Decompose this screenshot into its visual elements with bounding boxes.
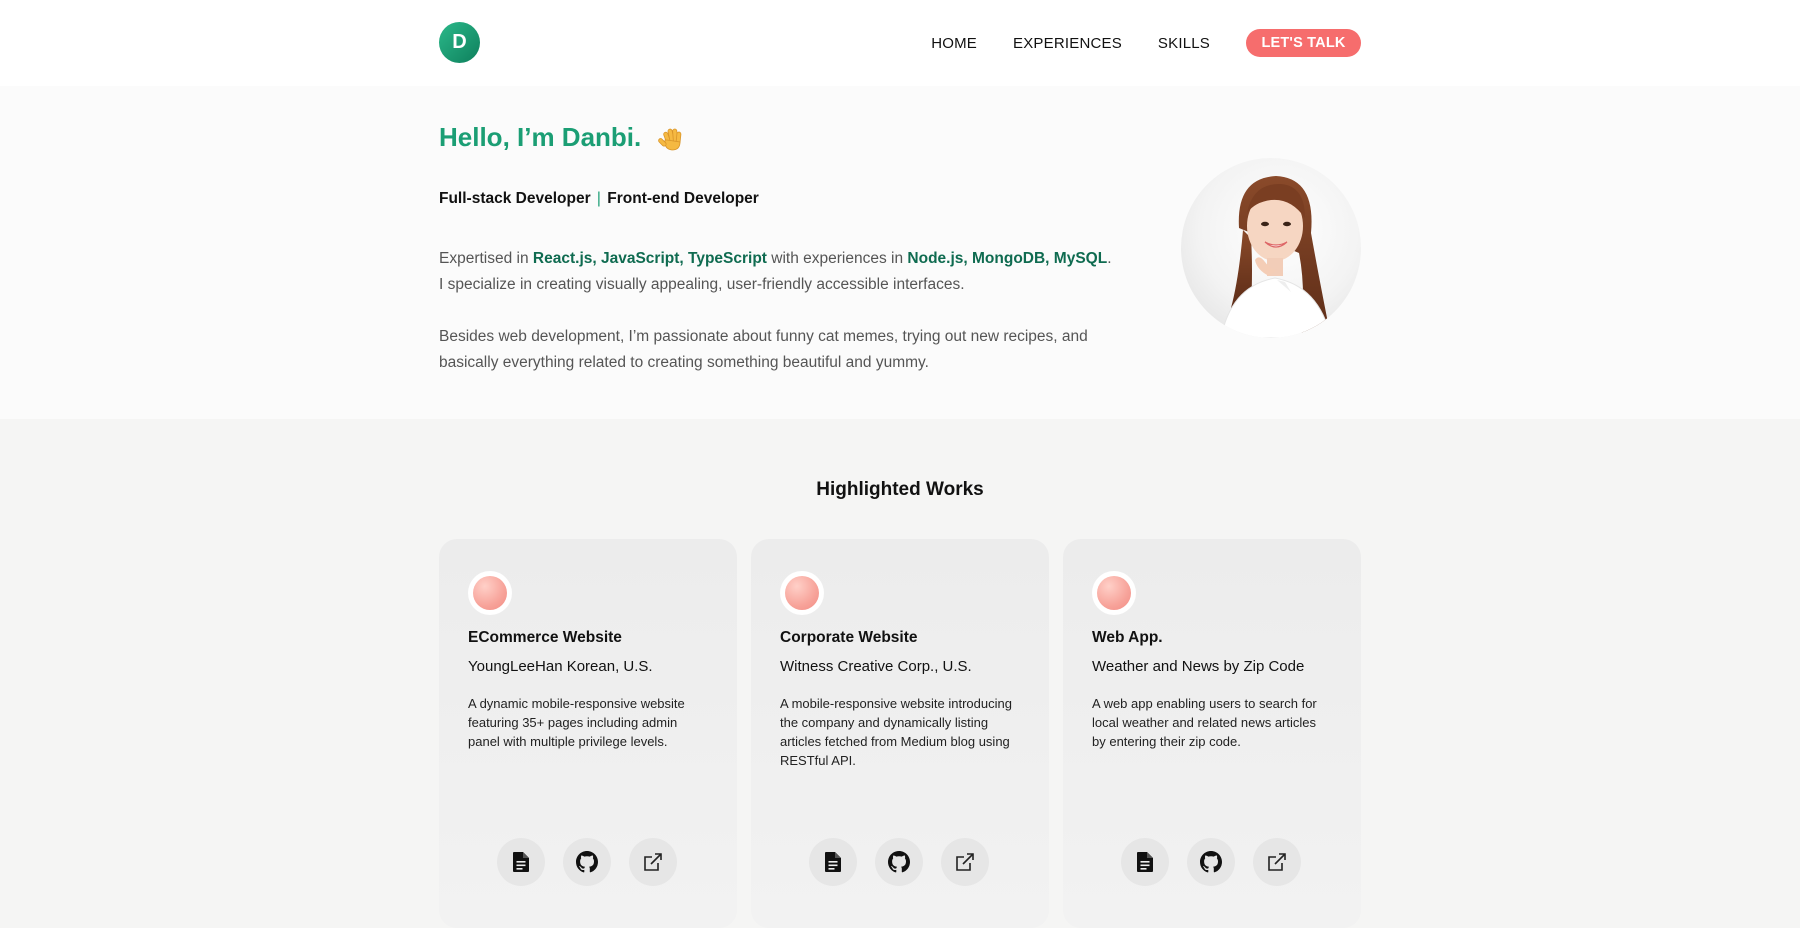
bio-backend-skills: Node.js, MongoDB, MySQL (907, 250, 1108, 267)
bio-paragraph: Expertised in React.js, JavaScript, Type… (439, 246, 1139, 298)
role-fullstack: Full-stack Developer (439, 190, 591, 207)
card-actions (1121, 838, 1301, 886)
main-nav: HOME EXPERIENCES SKILLS LET'S TALK (931, 29, 1361, 57)
site-header: D HOME EXPERIENCES SKILLS LET'S TALK (0, 0, 1800, 86)
works-title: Highlighted Works (816, 479, 984, 500)
nav-skills[interactable]: SKILLS (1158, 35, 1210, 52)
document-icon[interactable] (497, 838, 545, 886)
lets-talk-button[interactable]: LET'S TALK (1246, 29, 1361, 57)
logo[interactable]: D (439, 21, 480, 63)
document-icon[interactable] (1121, 838, 1169, 886)
roles-line: Full-stack Developer | Front-end Develop… (439, 190, 759, 208)
external-link-icon[interactable] (941, 838, 989, 886)
bio-end: . (1107, 250, 1112, 267)
card-type: Web App. (1092, 629, 1163, 646)
document-icon[interactable] (809, 838, 857, 886)
nav-home[interactable]: HOME (931, 35, 977, 52)
role-frontend: Front-end Developer (607, 190, 759, 207)
waving-hand-icon (657, 123, 687, 153)
works-cards: ECommerce Website YoungLeeHan Korean, U.… (439, 539, 1361, 928)
card-client: YoungLeeHan Korean, U.S. (468, 658, 653, 675)
github-icon[interactable] (875, 838, 923, 886)
github-icon[interactable] (563, 838, 611, 886)
role-separator: | (596, 190, 601, 207)
card-type: ECommerce Website (468, 629, 622, 646)
bio-frontend-skills: React.js, JavaScript, TypeScript (532, 250, 767, 267)
card-client: Witness Creative Corp., U.S. (780, 658, 972, 675)
work-card: ECommerce Website YoungLeeHan Korean, U.… (439, 539, 737, 928)
card-client: Weather and News by Zip Code (1092, 658, 1305, 675)
hero-section: Hello, I’m Danbi. Full-stack Developer | (0, 86, 1800, 419)
card-dot-icon (468, 571, 512, 615)
greeting-heading: Hello, I’m Danbi. (439, 122, 687, 153)
card-description: A dynamic mobile-responsive website feat… (468, 696, 685, 749)
card-description: A mobile-responsive website introducing … (780, 696, 1012, 768)
nav-experiences[interactable]: EXPERIENCES (1013, 35, 1122, 52)
profile-photo (1181, 158, 1361, 338)
card-dot-icon (1092, 571, 1136, 615)
card-description: A web app enabling users to search for l… (1092, 696, 1317, 749)
bio-line2: I specialize in creating visually appeal… (439, 276, 965, 293)
works-section: Highlighted Works ECommerce Website Youn… (0, 419, 1800, 928)
card-actions (809, 838, 989, 886)
bio-prefix: Expertised in (439, 250, 533, 267)
external-link-icon[interactable] (1253, 838, 1301, 886)
work-card: Web App. Weather and News by Zip Code A … (1063, 539, 1361, 928)
card-type: Corporate Website (780, 629, 918, 646)
work-card: Corporate Website Witness Creative Corp.… (751, 539, 1049, 928)
github-icon[interactable] (1187, 838, 1235, 886)
bio-hobbies: Besides web development, I’m passionate … (439, 328, 1088, 371)
bio-mid: with experiences in (766, 250, 908, 267)
card-actions (497, 838, 677, 886)
external-link-icon[interactable] (629, 838, 677, 886)
greeting-text: Hello, I’m Danbi. (439, 122, 642, 152)
card-dot-icon (780, 571, 824, 615)
